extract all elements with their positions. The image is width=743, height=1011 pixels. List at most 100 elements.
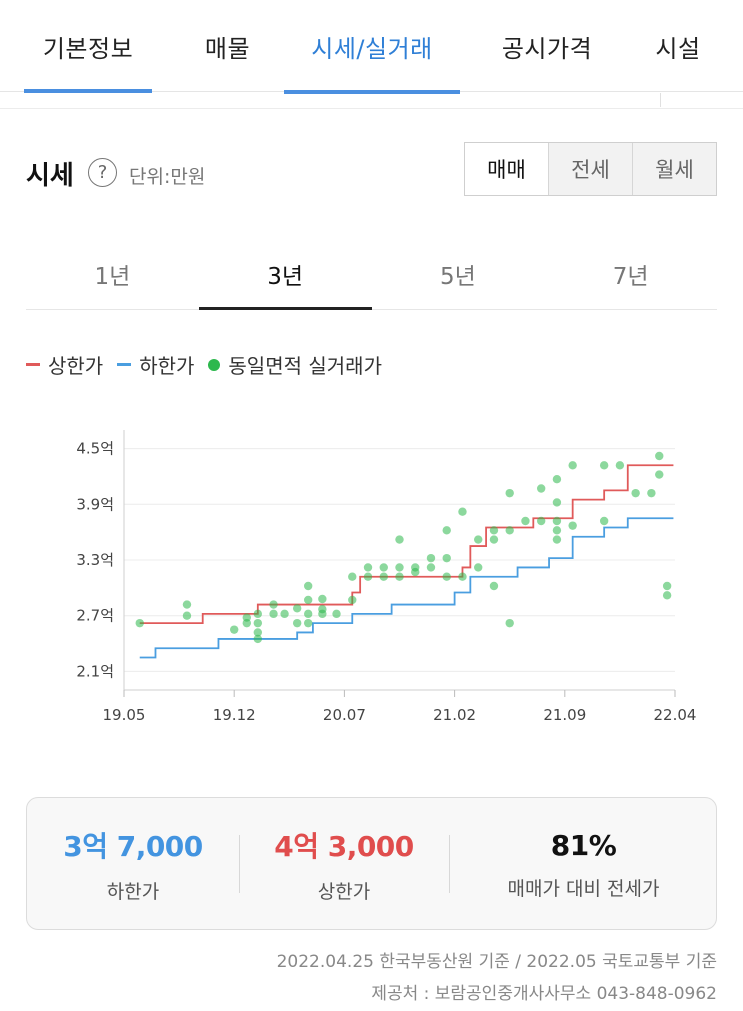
deal-point — [442, 553, 451, 563]
legend-upper-label: 상한가 — [48, 354, 104, 378]
deal-point — [458, 572, 467, 581]
deal-point — [348, 595, 357, 605]
sub-divider — [0, 93, 743, 109]
deal-point — [182, 611, 192, 620]
deal-point — [489, 535, 499, 544]
high-label: 상한가 — [317, 881, 371, 903]
deal-point — [442, 572, 451, 581]
deal-point — [568, 461, 577, 470]
x-tick-label: 19.05 — [103, 706, 146, 724]
deal-point — [552, 526, 562, 535]
deal-point — [474, 535, 483, 544]
upper-price-line — [139, 464, 674, 625]
deal-type-jeonse[interactable]: 전세 — [548, 143, 632, 195]
unit-label: 단위:만원 — [129, 166, 206, 188]
legend-lower-line — [117, 363, 132, 366]
deal-point — [655, 470, 664, 479]
summary-high: 4억 3,000 상한가 — [239, 798, 449, 931]
lower-price-line — [139, 517, 674, 659]
deal-point — [552, 498, 562, 507]
tab-facilities[interactable]: 시설 — [638, 0, 718, 92]
legend-lower: 하한가 — [117, 350, 194, 379]
ratio-label: 매매가 대비 전세가 — [507, 877, 660, 900]
deal-point — [348, 572, 357, 581]
deal-point — [631, 488, 640, 498]
x-tick-label: 21.09 — [543, 706, 586, 724]
deal-point — [363, 563, 373, 572]
legend-deals-dot — [208, 358, 221, 371]
deal-point — [505, 488, 514, 498]
deal-point — [253, 609, 263, 619]
y-tick-label: 2.1억 — [76, 662, 114, 680]
period-tab-5y[interactable]: 5년 — [372, 238, 545, 309]
low-label: 하한가 — [106, 881, 160, 903]
deal-point — [536, 484, 546, 493]
legend-upper: 상한가 — [26, 350, 103, 379]
price-summary: 3억 7,000 하한가 4억 3,000 상한가 81% 매매가 대비 전세가 — [26, 797, 717, 930]
deal-type-monthly[interactable]: 월세 — [632, 143, 716, 195]
deal-point — [655, 451, 664, 461]
tab-listings[interactable]: 매물 — [190, 0, 265, 92]
period-tabs: 1년 3년 5년 7년 — [26, 238, 717, 310]
legend-lower-label: 하한가 — [139, 354, 195, 378]
legend-deals: 동일면적 실거래가 — [208, 350, 382, 379]
summary-ratio: 81% 매매가 대비 전세가 — [449, 798, 718, 931]
deal-point — [230, 625, 239, 634]
low-value: 3억 7,000 — [63, 830, 203, 863]
help-icon[interactable]: ? — [88, 158, 117, 187]
deal-point — [292, 604, 302, 613]
deal-point — [182, 600, 192, 609]
x-tick-label: 21.02 — [433, 706, 476, 724]
deal-point — [552, 475, 562, 484]
deal-point — [662, 581, 672, 591]
period-tab-7y[interactable]: 7년 — [544, 238, 717, 309]
deal-point — [458, 507, 467, 516]
provider-note: 제공처 : 보람공인중개사사무소 043-848-0962 — [371, 984, 717, 1004]
deal-point — [269, 609, 278, 619]
deal-point — [662, 591, 672, 600]
deal-point — [379, 563, 388, 572]
deal-point — [521, 516, 530, 526]
deal-point — [599, 461, 609, 470]
tab-official-price[interactable]: 공시가격 — [487, 0, 607, 92]
deal-type-selector: 매매 전세 월세 — [464, 142, 717, 196]
tab-basic-info[interactable]: 기본정보 — [24, 0, 152, 92]
deal-point — [647, 488, 656, 498]
period-tab-3y[interactable]: 3년 — [198, 238, 372, 310]
deal-point — [303, 581, 313, 591]
tab-price-transactions-label: 시세/실거래 — [311, 34, 433, 63]
legend-deals-label: 동일면적 실거래가 — [228, 354, 382, 378]
x-tick-label: 19.12 — [213, 706, 256, 724]
deal-point — [379, 572, 388, 581]
deal-point — [552, 516, 562, 526]
y-tick-label: 2.7억 — [76, 607, 114, 625]
x-tick-label: 20.07 — [323, 706, 366, 724]
ratio-value: 81% — [550, 828, 617, 862]
deal-point — [292, 618, 302, 628]
deal-point — [474, 563, 483, 572]
deal-point — [332, 609, 341, 619]
deal-point — [303, 595, 313, 605]
price-chart: 4.5억 3.9억 3.3억 2.7억 2.1억 19.05 19.12 20.07 21.02… — [76, 430, 697, 724]
data-source-note: 2022.04.25 한국부동산원 기준 / 2022.05 국토교통부 기준 — [276, 952, 717, 972]
deal-point — [426, 553, 436, 563]
deal-point — [536, 516, 546, 526]
section-title: 시세 — [26, 161, 74, 191]
tab-price-transactions[interactable]: 시세/실거래 — [284, 0, 460, 94]
deal-type-sale[interactable]: 매매 — [465, 143, 548, 195]
period-tab-1y[interactable]: 1년 — [26, 238, 199, 309]
y-tick-label: 3.9억 — [76, 495, 114, 513]
deal-point — [489, 581, 499, 591]
deal-point — [395, 572, 404, 581]
deal-point — [363, 572, 373, 581]
y-tick-label: 4.5억 — [76, 440, 114, 458]
deal-point — [303, 609, 313, 619]
deal-point — [318, 594, 327, 604]
deal-point — [269, 600, 278, 609]
legend-upper-line — [26, 363, 40, 366]
deal-point — [505, 526, 514, 535]
deal-point — [395, 563, 404, 572]
deal-point — [395, 535, 404, 544]
x-tick-label: 22.04 — [654, 706, 697, 724]
deal-point — [280, 609, 289, 619]
